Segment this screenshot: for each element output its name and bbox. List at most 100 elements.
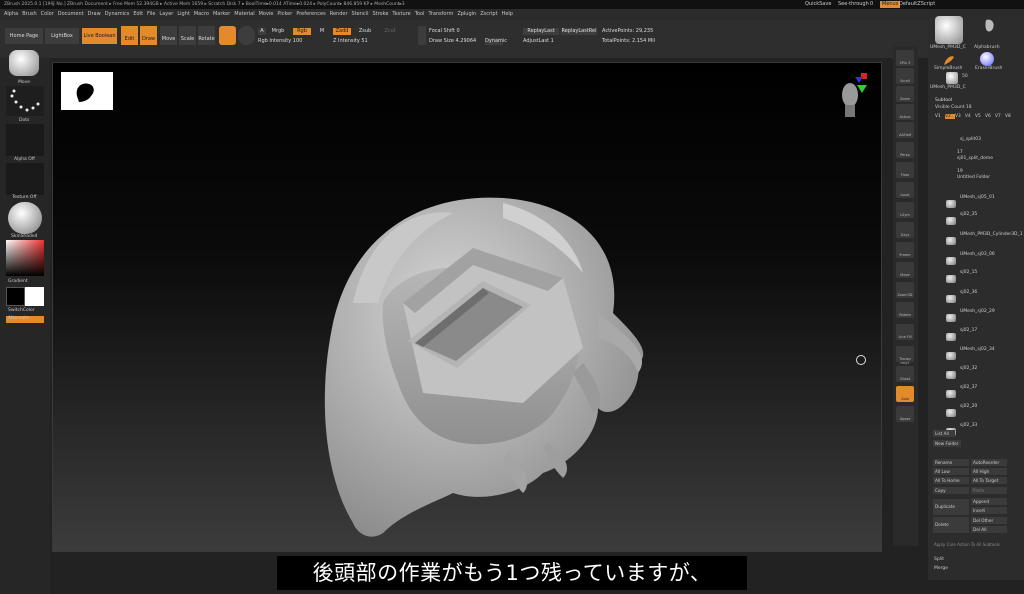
subtool-thumbnail-icon[interactable] bbox=[946, 237, 956, 245]
subtool-item[interactable]: sj02_33 bbox=[960, 423, 1024, 428]
zsub-toggle[interactable]: Zsub bbox=[357, 28, 373, 35]
subtool-item[interactable]: sj02_37 bbox=[960, 385, 1024, 390]
subtool-thumbnail-icon[interactable] bbox=[946, 295, 956, 303]
subtool-item[interactable]: UMesh_sj02_34 bbox=[960, 347, 1024, 352]
view-button-gxyz[interactable]: Gxyz bbox=[896, 222, 914, 238]
version-tab-v3[interactable]: V3 bbox=[955, 114, 965, 119]
view-button-spix-3[interactable]: SPix 3 bbox=[896, 50, 914, 66]
subtool-item[interactable]: sj01_split_dome bbox=[957, 156, 1024, 161]
rotate-gizmo-icon[interactable] bbox=[856, 355, 866, 365]
version-tab-v4[interactable]: V4 bbox=[965, 114, 975, 119]
color-sphere-icon[interactable] bbox=[238, 26, 255, 45]
move-brush-icon[interactable] bbox=[9, 50, 39, 76]
subtool-thumbnail-icon[interactable] bbox=[946, 200, 956, 208]
lightbox-button[interactable]: LightBox bbox=[45, 28, 79, 44]
zcut-toggle[interactable]: Zcut bbox=[383, 28, 397, 35]
view-button-xpose[interactable]: Xpose bbox=[896, 406, 914, 422]
subtool-item[interactable]: sj02_20 bbox=[960, 404, 1024, 409]
rgb-intensity-slider[interactable]: Rgb Intensity 100 bbox=[258, 38, 328, 45]
delete-button[interactable]: Delete bbox=[933, 517, 969, 533]
view-button-solo[interactable]: Solo bbox=[896, 386, 914, 402]
menu-item-render[interactable]: Render bbox=[330, 11, 348, 17]
menu-item-macro[interactable]: Macro bbox=[194, 11, 209, 17]
subtool-item[interactable]: sj02_17 bbox=[960, 328, 1024, 333]
view-button-rotate[interactable]: Rotate bbox=[896, 302, 914, 318]
m-toggle[interactable]: M bbox=[318, 28, 326, 35]
all-to-target-button[interactable]: All To Target bbox=[971, 477, 1007, 484]
alternate-button[interactable]: Alternate bbox=[6, 316, 44, 323]
list-all-button[interactable]: List All bbox=[933, 430, 955, 437]
subtool-item[interactable]: UMesh_PM3D_Cylinder3D_1 bbox=[960, 232, 1024, 237]
all-to-home-button[interactable]: All To Home bbox=[933, 477, 969, 484]
view-button-actual[interactable]: Actual bbox=[896, 104, 914, 120]
del-other-button[interactable]: Del Other bbox=[971, 517, 1007, 524]
subtool-item[interactable]: sj02_35 bbox=[960, 212, 1024, 217]
view-button-transp[interactable]: Transp bbox=[896, 346, 914, 362]
menu-item-layer[interactable]: Layer bbox=[159, 11, 173, 17]
menu-item-alpha[interactable]: Alpha bbox=[4, 11, 18, 17]
view-button-floor[interactable]: Floor bbox=[896, 162, 914, 178]
subtool-item[interactable]: sj_split03 bbox=[960, 137, 1024, 142]
insert-button[interactable]: Insert bbox=[971, 507, 1007, 514]
menu-item-light[interactable]: Light bbox=[177, 11, 189, 17]
menu-item-edit[interactable]: Edit bbox=[133, 11, 143, 17]
view-button-aahalf[interactable]: AAHalf bbox=[896, 122, 914, 138]
z-intensity-slider[interactable]: Z Intensity 51 bbox=[333, 38, 403, 45]
new-folder-button[interactable]: New Folder bbox=[933, 440, 961, 447]
subtool-thumbnail-icon[interactable] bbox=[946, 333, 956, 341]
dynamic-toggle[interactable]: Dynamic bbox=[485, 38, 507, 45]
version-tab-v7[interactable]: V7 bbox=[995, 114, 1005, 119]
current-tool-thumbnail[interactable] bbox=[935, 16, 963, 44]
view-button-scroll[interactable]: Scroll bbox=[896, 68, 914, 84]
view-button-persp[interactable]: Persp bbox=[896, 142, 914, 158]
menu-item-stencil[interactable]: Stencil bbox=[352, 11, 369, 17]
switch-color-button[interactable]: SwitchColor bbox=[8, 308, 35, 313]
version-tab-v5[interactable]: V5 bbox=[975, 114, 985, 119]
alphabrush-icon[interactable] bbox=[978, 16, 1000, 38]
subtool-item[interactable]: 17 bbox=[957, 150, 1024, 155]
move-button[interactable]: Move bbox=[160, 26, 177, 45]
simplebrush-icon[interactable] bbox=[942, 52, 956, 66]
scale-button[interactable]: Scale bbox=[179, 26, 196, 45]
auto-reorder-button[interactable]: AutoReorder bbox=[971, 459, 1007, 466]
menu-item-preferences[interactable]: Preferences bbox=[296, 11, 325, 17]
version-tab-v2[interactable]: V2 bbox=[945, 114, 955, 119]
menu-item-stroke[interactable]: Stroke bbox=[372, 11, 388, 17]
duplicate-button[interactable]: Duplicate bbox=[933, 499, 969, 515]
subtool-title[interactable]: Subtool bbox=[935, 98, 952, 103]
material-icon[interactable] bbox=[8, 202, 42, 234]
zadd-toggle[interactable]: Zadd bbox=[333, 28, 351, 35]
menu-item-marker[interactable]: Marker bbox=[213, 11, 230, 17]
menu-item-help[interactable]: Help bbox=[502, 11, 513, 17]
subtool-thumbnail-icon[interactable] bbox=[946, 409, 956, 417]
rgb-toggle[interactable]: Rgb bbox=[293, 28, 311, 35]
eraserbrush-icon[interactable] bbox=[980, 52, 994, 66]
zscript-label[interactable]: DefaultZScript bbox=[899, 0, 935, 9]
menu-item-picker[interactable]: Picker bbox=[277, 11, 292, 17]
replay-last-button[interactable]: ReplayLast bbox=[523, 28, 559, 35]
menu-item-color[interactable]: Color bbox=[41, 11, 54, 17]
subtool-item[interactable]: sj02_32 bbox=[960, 366, 1024, 371]
dots-stroke-icon[interactable] bbox=[6, 86, 44, 116]
menu-item-texture[interactable]: Texture bbox=[392, 11, 410, 17]
menu-item-movie[interactable]: Movie bbox=[259, 11, 274, 17]
color-picker[interactable] bbox=[6, 240, 44, 276]
menu-item-material[interactable]: Material bbox=[234, 11, 254, 17]
copy-button[interactable]: Copy bbox=[933, 487, 969, 494]
seethrough-slider[interactable]: See-through bbox=[838, 0, 869, 9]
mrgb-toggle[interactable]: Mrgb bbox=[270, 28, 286, 35]
view-button-zoom3d[interactable]: Zoom3D bbox=[896, 282, 914, 298]
rotate-button[interactable]: Rotate bbox=[198, 26, 215, 45]
subtool-item[interactable]: 19 bbox=[957, 169, 1024, 174]
menu-item-zplugin[interactable]: Zplugin bbox=[457, 11, 476, 17]
canvas-viewport[interactable] bbox=[52, 62, 882, 552]
replay-last-rel-button[interactable]: ReplayLastRel bbox=[561, 28, 597, 35]
primary-color-swatch[interactable] bbox=[6, 287, 25, 306]
tool-thumbnail-5[interactable] bbox=[946, 72, 958, 84]
menu-item-brush[interactable]: Brush bbox=[22, 11, 36, 17]
a-toggle[interactable]: A bbox=[258, 28, 266, 35]
view-button-local[interactable]: Local bbox=[896, 182, 914, 198]
version-tab-v8[interactable]: V8 bbox=[1005, 114, 1015, 119]
menu-item-tool[interactable]: Tool bbox=[415, 11, 425, 17]
append-button[interactable]: Append bbox=[971, 498, 1007, 505]
